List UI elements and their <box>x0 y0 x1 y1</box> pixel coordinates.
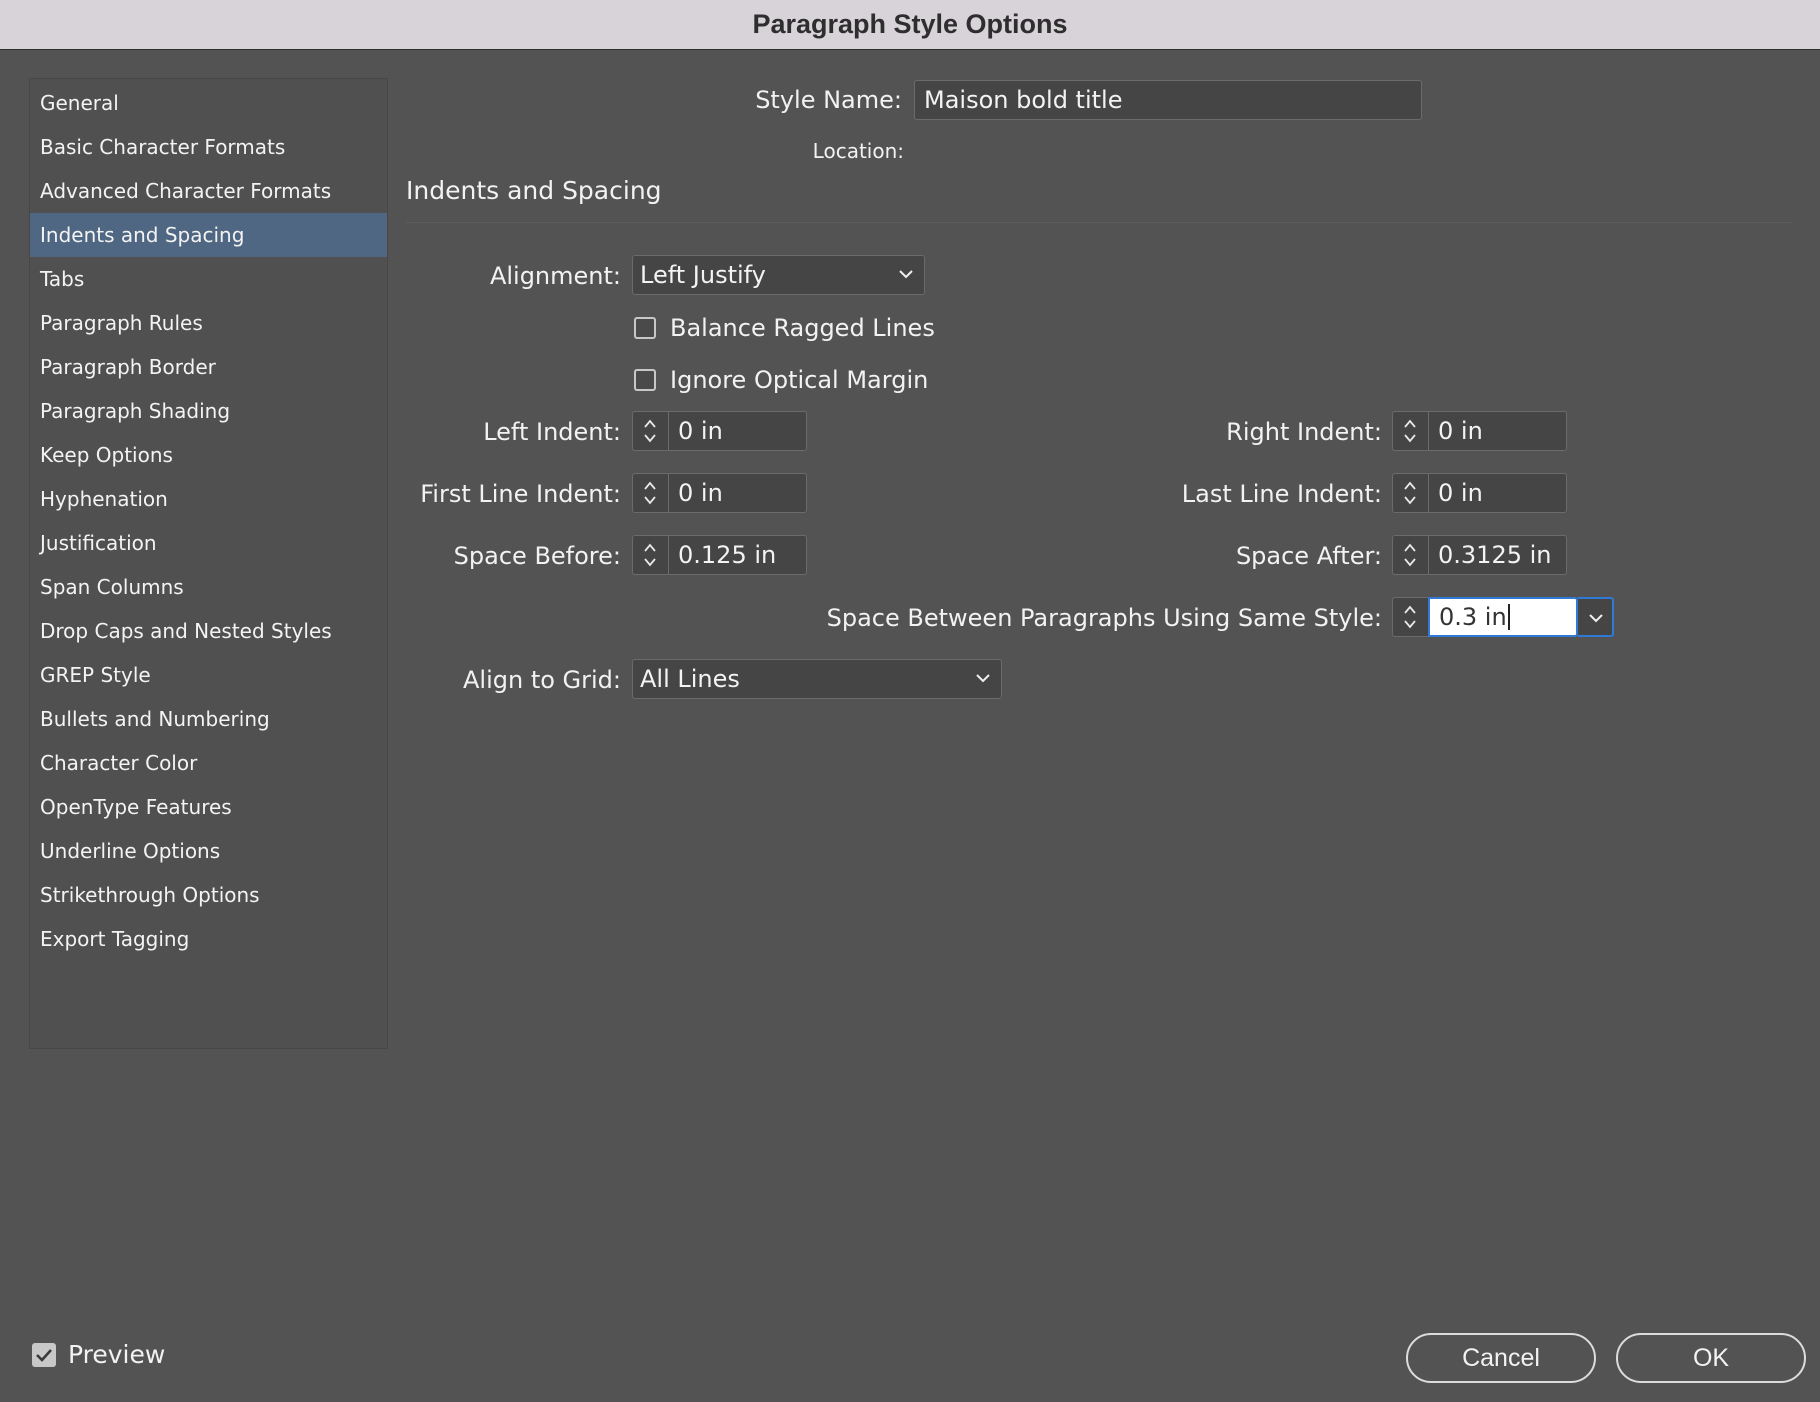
balance-ragged-lines-label: Balance Ragged Lines <box>670 314 935 342</box>
space-between-value: 0.3 in <box>1439 603 1507 631</box>
ok-button[interactable]: OK <box>1616 1333 1806 1383</box>
space-between-combo[interactable]: 0.3 in <box>1392 597 1614 637</box>
stepper-down-icon[interactable] <box>1402 432 1418 444</box>
sidebar-item-paragraph-shading[interactable]: Paragraph Shading <box>30 389 387 433</box>
style-name-label: Style Name: <box>755 86 902 114</box>
stepper-arrows[interactable] <box>1392 411 1428 451</box>
stepper-arrows[interactable] <box>1392 535 1428 575</box>
stepper-up-icon[interactable] <box>1402 480 1418 492</box>
sidebar-item-tabs[interactable]: Tabs <box>30 257 387 301</box>
sidebar-item-grep-style[interactable]: GREP Style <box>30 653 387 697</box>
first-line-indent-input[interactable]: 0 in <box>668 473 807 513</box>
sidebar-item-strikethrough-options[interactable]: Strikethrough Options <box>30 873 387 917</box>
alignment-label: Alignment: <box>489 262 621 290</box>
sidebar-item-opentype-features[interactable]: OpenType Features <box>30 785 387 829</box>
stepper-up-icon[interactable] <box>642 480 658 492</box>
cancel-button[interactable]: Cancel <box>1406 1333 1596 1383</box>
sidebar-item-paragraph-rules[interactable]: Paragraph Rules <box>30 301 387 345</box>
stepper-down-icon[interactable] <box>642 432 658 444</box>
first-line-indent-label: First Line Indent: <box>420 480 621 508</box>
location-label: Location: <box>812 139 904 163</box>
space-before-label: Space Before: <box>453 542 621 570</box>
ignore-optical-margin-label: Ignore Optical Margin <box>670 366 929 394</box>
stepper-arrows[interactable] <box>632 411 668 451</box>
sidebar-item-character-color[interactable]: Character Color <box>30 741 387 785</box>
stepper-down-icon[interactable] <box>1402 618 1418 630</box>
category-list: General Basic Character Formats Advanced C… <box>29 78 388 1049</box>
space-after-label: Space After: <box>1235 542 1382 570</box>
space-between-dropdown-button[interactable] <box>1578 597 1614 637</box>
sidebar-item-hyphenation[interactable]: Hyphenation <box>30 477 387 521</box>
alignment-dropdown[interactable]: Left Justify <box>632 255 925 295</box>
preview-toggle[interactable]: Preview <box>32 1340 165 1369</box>
sidebar-item-basic-character-formats[interactable]: Basic Character Formats <box>30 125 387 169</box>
balance-ragged-lines-row[interactable]: Balance Ragged Lines <box>634 314 935 342</box>
stepper-up-icon[interactable] <box>1402 604 1418 616</box>
stepper-arrows[interactable] <box>632 535 668 575</box>
first-line-indent-stepper[interactable]: 0 in <box>632 473 807 513</box>
last-line-indent-input[interactable]: 0 in <box>1428 473 1567 513</box>
style-name-input[interactable]: Maison bold title <box>914 80 1422 120</box>
stepper-up-icon[interactable] <box>642 418 658 430</box>
space-between-input[interactable]: 0.3 in <box>1428 597 1578 637</box>
sidebar-item-indents-and-spacing[interactable]: Indents and Spacing <box>30 213 387 257</box>
left-indent-input[interactable]: 0 in <box>668 411 807 451</box>
preview-checkbox[interactable] <box>32 1342 56 1367</box>
align-to-grid-value: All Lines <box>640 665 740 693</box>
last-line-indent-stepper[interactable]: 0 in <box>1392 473 1567 513</box>
right-indent-stepper[interactable]: 0 in <box>1392 411 1567 451</box>
ignore-optical-margin-checkbox[interactable] <box>634 369 656 391</box>
section-divider <box>406 222 1791 223</box>
sidebar-item-span-columns[interactable]: Span Columns <box>30 565 387 609</box>
sidebar-item-general[interactable]: General <box>30 81 387 125</box>
stepper-up-icon[interactable] <box>1402 542 1418 554</box>
sidebar-item-keep-options[interactable]: Keep Options <box>30 433 387 477</box>
align-to-grid-dropdown[interactable]: All Lines <box>632 659 1002 699</box>
sidebar-item-justification[interactable]: Justification <box>30 521 387 565</box>
right-indent-label: Right Indent: <box>1226 418 1382 446</box>
stepper-down-icon[interactable] <box>1402 494 1418 506</box>
stepper-down-icon[interactable] <box>642 556 658 568</box>
stepper-arrows[interactable] <box>632 473 668 513</box>
section-title: Indents and Spacing <box>406 176 662 205</box>
align-to-grid-label: Align to Grid: <box>462 666 621 694</box>
space-before-stepper[interactable]: 0.125 in <box>632 535 807 575</box>
sidebar-item-bullets-and-numbering[interactable]: Bullets and Numbering <box>30 697 387 741</box>
sidebar-item-underline-options[interactable]: Underline Options <box>30 829 387 873</box>
space-before-input[interactable]: 0.125 in <box>668 535 807 575</box>
stepper-up-icon[interactable] <box>1402 418 1418 430</box>
stepper-arrows[interactable] <box>1392 473 1428 513</box>
sidebar-item-advanced-character-formats[interactable]: Advanced Character Formats <box>30 169 387 213</box>
checkmark-icon <box>36 1348 52 1362</box>
chevron-down-icon <box>1589 614 1603 623</box>
left-indent-stepper[interactable]: 0 in <box>632 411 807 451</box>
window-title: Paragraph Style Options <box>752 9 1068 39</box>
space-after-stepper[interactable]: 0.3125 in <box>1392 535 1567 575</box>
right-indent-input[interactable]: 0 in <box>1428 411 1567 451</box>
left-indent-label: Left Indent: <box>483 418 621 446</box>
stepper-up-icon[interactable] <box>642 542 658 554</box>
sidebar-item-paragraph-border[interactable]: Paragraph Border <box>30 345 387 389</box>
alignment-value: Left Justify <box>640 261 766 289</box>
chevron-down-icon <box>899 270 913 279</box>
text-cursor <box>1507 604 1510 630</box>
space-after-input[interactable]: 0.3125 in <box>1428 535 1567 575</box>
chevron-down-icon <box>976 674 990 683</box>
preview-label: Preview <box>68 1340 166 1369</box>
ignore-optical-margin-row[interactable]: Ignore Optical Margin <box>634 366 928 394</box>
space-between-label: Space Between Paragraphs Using Same Styl… <box>826 604 1382 632</box>
sidebar-item-drop-caps-and-nested-styles[interactable]: Drop Caps and Nested Styles <box>30 609 387 653</box>
title-bar: Paragraph Style Options <box>0 0 1820 50</box>
last-line-indent-label: Last Line Indent: <box>1181 480 1382 508</box>
balance-ragged-lines-checkbox[interactable] <box>634 317 656 339</box>
stepper-down-icon[interactable] <box>1402 556 1418 568</box>
stepper-arrows[interactable] <box>1392 597 1428 637</box>
stepper-down-icon[interactable] <box>642 494 658 506</box>
sidebar-item-export-tagging[interactable]: Export Tagging <box>30 917 387 961</box>
